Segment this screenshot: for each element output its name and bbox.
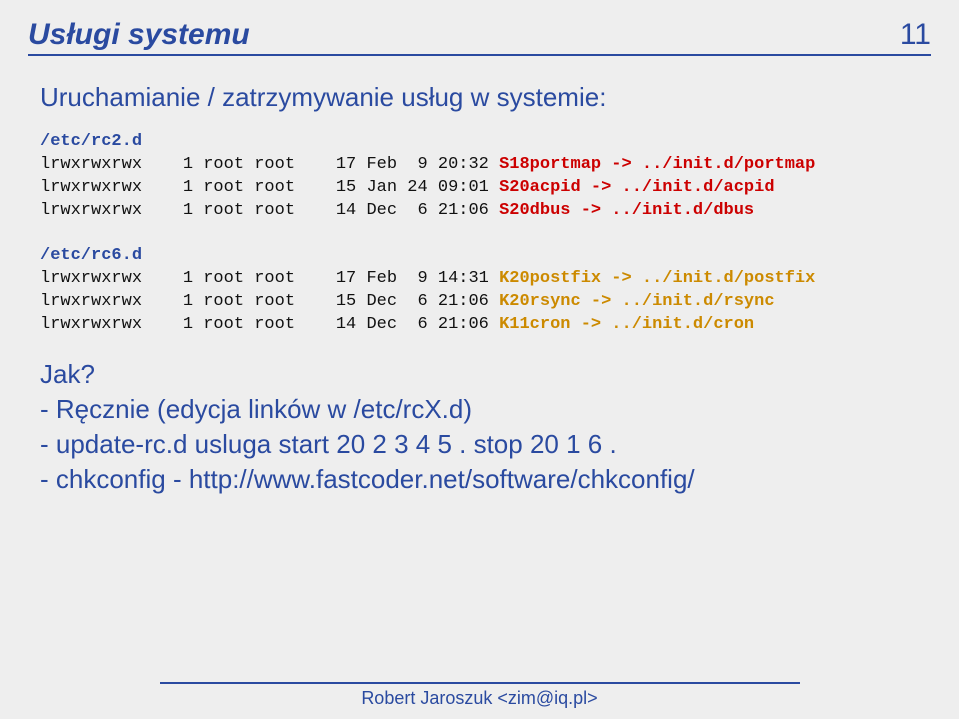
service-link: K11cron -> ../init.d/cron [499, 315, 754, 334]
path-rc6: /etc/rc6.d [40, 246, 142, 265]
slide-title: Usługi systemu [28, 18, 250, 52]
path-rc2: /etc/rc2.d [40, 132, 142, 151]
code-line: lrwxrwxrwx 1 root root 15 Dec 6 21:06 K2… [40, 292, 775, 311]
code-line: lrwxrwxrwx 1 root root 14 Dec 6 21:06 S2… [40, 201, 754, 220]
service-link: K20postfix -> ../init.d/postfix [499, 269, 815, 288]
code-line: lrwxrwxrwx 1 root root 14 Dec 6 21:06 K1… [40, 315, 754, 334]
body-list: Jak? - Ręcznie (edycja linków w /etc/rcX… [40, 357, 931, 497]
list-item: - Ręcznie (edycja linków w /etc/rcX.d) [40, 392, 931, 427]
footer-rule [160, 682, 800, 684]
code-line: lrwxrwxrwx 1 root root 17 Feb 9 20:32 S1… [40, 155, 815, 174]
list-item: - chkconfig - http://www.fastcoder.net/s… [40, 462, 931, 497]
service-link: S18portmap -> ../init.d/portmap [499, 155, 815, 174]
footer-text: Robert Jaroszuk <zim@iq.pl> [0, 688, 959, 709]
spacer [28, 223, 931, 245]
slide-footer: Robert Jaroszuk <zim@iq.pl> [0, 682, 959, 709]
slide-header: Usługi systemu 11 [28, 18, 931, 56]
list-item: - update-rc.d usluga start 20 2 3 4 5 . … [40, 427, 931, 462]
code-block-rc6: /etc/rc6.d lrwxrwxrwx 1 root root 17 Feb… [40, 245, 931, 337]
service-link: S20acpid -> ../init.d/acpid [499, 178, 774, 197]
service-link: S20dbus -> ../init.d/dbus [499, 201, 754, 220]
code-line: lrwxrwxrwx 1 root root 17 Feb 9 14:31 K2… [40, 269, 815, 288]
service-link: K20rsync -> ../init.d/rsync [499, 292, 774, 311]
page-number: 11 [900, 18, 931, 52]
section-heading: Uruchamianie / zatrzymywanie usług w sys… [40, 82, 931, 113]
slide: Usługi systemu 11 Uruchamianie / zatrzym… [0, 0, 959, 719]
code-block-rc2: /etc/rc2.d lrwxrwxrwx 1 root root 17 Feb… [40, 131, 931, 223]
list-question: Jak? [40, 357, 931, 392]
code-line: lrwxrwxrwx 1 root root 15 Jan 24 09:01 S… [40, 178, 775, 197]
